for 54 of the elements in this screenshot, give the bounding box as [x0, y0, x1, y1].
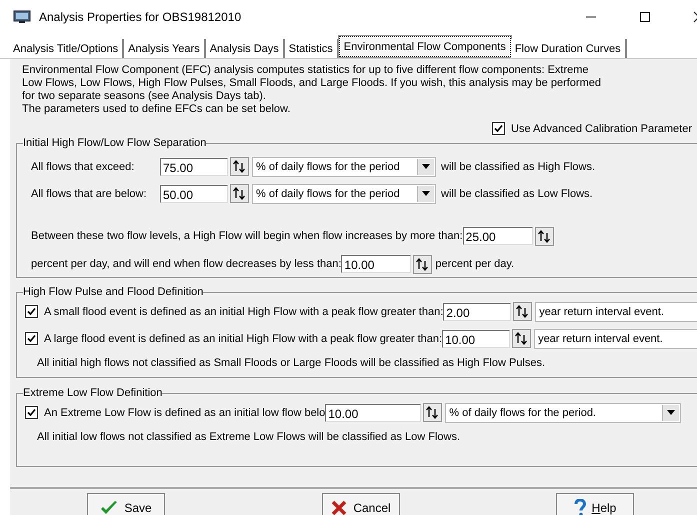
cancel-button[interactable]: Cancel: [322, 493, 400, 515]
app-icon: [13, 10, 31, 24]
save-button[interactable]: Save: [87, 493, 165, 515]
checkbox-label: A large flood event is defined as an initial High Flow with a peak flow greater than:: [44, 332, 442, 344]
dropdown[interactable]: % of daily flows for the period: [252, 184, 436, 204]
caret-icon: [422, 164, 430, 169]
group-title: High Flow Pulse and Flood Definition: [23, 286, 204, 298]
checkbox[interactable]: [25, 305, 38, 318]
dropdown[interactable]: year return interval event.: [535, 302, 697, 322]
checkbox-label: A small flood event is defined as an initial High Flow with a peak flow greater than:: [44, 306, 444, 318]
checkbox-label: An Extreme Low Flow is defined as an initial low flow belo: [44, 406, 326, 418]
spinner-icon[interactable]: [534, 226, 554, 246]
window-title: Analysis Properties for OBS19812010: [39, 10, 242, 24]
input-field[interactable]: 2.00: [443, 302, 512, 320]
input-field[interactable]: 50.00: [160, 184, 228, 202]
maximize-icon[interactable]: [639, 11, 651, 23]
field-label: All flows that exceed:: [31, 160, 136, 172]
input-field[interactable]: 10.00: [341, 255, 412, 273]
field-label: Between these two flow levels, a High Flow will begin when flow increases by more than:: [31, 230, 463, 242]
checkbox[interactable]: [25, 332, 38, 345]
group-title: Initial High Flow/Low Flow Separation: [23, 137, 206, 149]
field-label: percent per day, and will end when flow decreases by less than:: [31, 258, 342, 270]
input-field[interactable]: 10.00: [442, 330, 510, 348]
checkbox-label: Use Advanced Calibration Parameter: [511, 122, 692, 134]
note-text: All initial high flows not classified as Small Floods or Large Floods will be classified as High Flow Pulses.: [37, 357, 546, 369]
spinner-icon[interactable]: [513, 302, 532, 321]
checkbox[interactable]: [492, 122, 505, 135]
input-field[interactable]: 25.00: [462, 227, 533, 245]
input-field[interactable]: 75.00: [160, 158, 228, 176]
spinner-icon[interactable]: [423, 403, 442, 422]
dropdown[interactable]: % of daily flows for the period: [252, 156, 436, 176]
description-text: Environmental Flow Component (EFC) analysis computes statistics for up to five different flow components: Extreme Low Flows, Low Flows, High Flow Pulses, Small Floods, and Large Floods. If you wish, this analysis may be performed for two separate seasons (see Analysis Days tab). The parameters used to define EFCs can be set below.: [22, 64, 602, 116]
spinner-icon[interactable]: [230, 184, 249, 203]
field-label: All flows that are below:: [31, 188, 148, 200]
tab[interactable]: Environmental Flow Components: [338, 36, 511, 57]
note-text: All initial low flows not classified as Extreme Low Flows will be classified as Low Flows.: [37, 431, 462, 443]
checkbox[interactable]: [25, 406, 38, 419]
spinner-icon[interactable]: [512, 329, 532, 348]
checkmark-icon: [100, 500, 118, 515]
cross-icon: [331, 500, 348, 515]
caret-icon: [667, 410, 676, 415]
help-button[interactable]: Help: [556, 493, 634, 515]
question-mark-icon: [574, 499, 586, 515]
spinner-icon[interactable]: [230, 157, 249, 176]
field-label: will be classified as High Flows.: [441, 160, 596, 172]
caret-icon: [422, 191, 430, 196]
field-label: will be classified as Low Flows.: [441, 188, 593, 200]
spinner-icon[interactable]: [413, 254, 432, 274]
dropdown[interactable]: % of daily flows for the period.: [445, 402, 682, 422]
dropdown[interactable]: year return interval event.: [534, 328, 697, 348]
group-title: Extreme Low Flow Definition: [23, 387, 162, 399]
input-field[interactable]: 10.00: [325, 404, 422, 422]
tab[interactable]: Flow Duration Curves: [510, 39, 627, 58]
field-label: percent per day.: [435, 258, 514, 270]
